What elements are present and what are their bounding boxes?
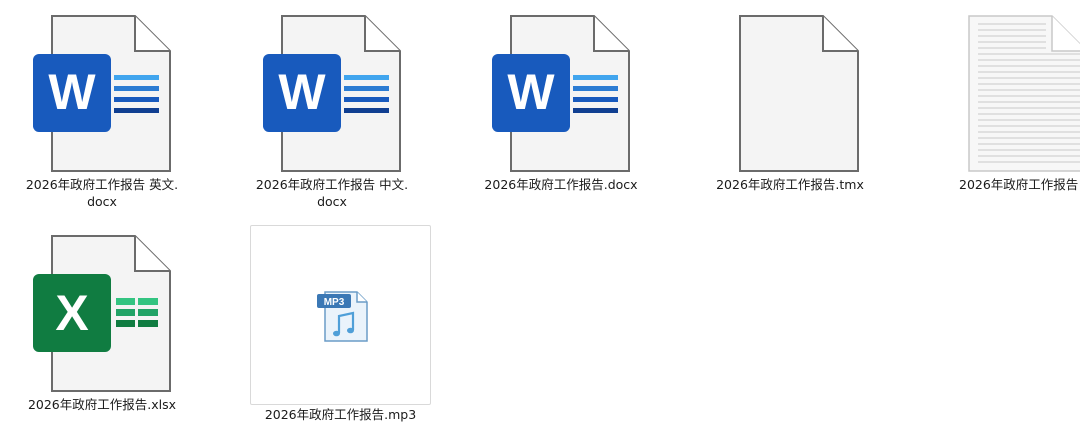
word-letter-glyph: W — [48, 64, 96, 120]
file-name-line-2: docx — [87, 194, 117, 209]
file-name-line-1: 2026年政府工作报告 英文. — [25, 177, 179, 192]
file-name-line-1: 2026年政府工作报告.tmx — [716, 177, 864, 192]
file-name-line-1: 2026年政府工作报告.xlsx — [27, 397, 177, 412]
file-name-label: 2026年政府工作报告.xlsx — [6, 396, 198, 413]
file-name-line-1: 2026年政府工作报告 中文. — [255, 177, 409, 192]
file-item-text-clipped[interactable]: 2026年政府工作报告 — [921, 10, 1080, 218]
file-name-line-1: 2026年政府工作报告.docx — [484, 177, 638, 192]
file-item-docx-english[interactable]: W 2026年政府工作报告 英文. docx — [4, 10, 200, 218]
text-file-icon — [921, 10, 1080, 185]
blank-file-icon — [692, 10, 888, 185]
file-name-label: 2026年政府工作报告.mp3 — [251, 406, 430, 423]
file-name-label: 2026年政府工作报告 英文. docx — [6, 176, 198, 210]
word-doc-icon: W — [234, 10, 430, 185]
file-name-label: 2026年政府工作报告.docx — [465, 176, 657, 193]
file-name-label: 2026年政府工作报告 — [959, 176, 1080, 193]
file-name-label: 2026年政府工作报告.tmx — [694, 176, 886, 193]
mp3-audio-icon: MP3 — [251, 226, 432, 376]
file-item-mp3[interactable]: MP3 2026年政府工作报告.mp3 — [250, 225, 432, 422]
file-name-label: 2026年政府工作报告 中文. docx — [236, 176, 428, 210]
file-item-docx-chinese[interactable]: W 2026年政府工作报告 中文. docx — [234, 10, 430, 218]
word-letter-glyph: W — [507, 64, 555, 120]
mp3-badge-label: MP3 — [324, 297, 345, 308]
file-name-line-1: 2026年政府工作报告.mp3 — [264, 407, 417, 422]
excel-sheet-icon: X — [4, 230, 200, 405]
file-explorer-icon-view: { "files": [ {"name_line1": "2026年政府工作报告… — [0, 0, 1080, 436]
file-name-line-2: docx — [317, 194, 347, 209]
file-item-docx[interactable]: W 2026年政府工作报告.docx — [463, 10, 659, 218]
word-doc-icon: W — [4, 10, 200, 185]
file-name-line-1: 2026年政府工作报告 — [959, 177, 1079, 192]
word-doc-icon: W — [463, 10, 659, 185]
file-item-tmx[interactable]: 2026年政府工作报告.tmx — [692, 10, 888, 218]
file-item-xlsx[interactable]: X 2026年政府工作报告.xlsx — [4, 230, 200, 438]
excel-letter-glyph: X — [55, 285, 88, 341]
word-letter-glyph: W — [278, 64, 326, 120]
